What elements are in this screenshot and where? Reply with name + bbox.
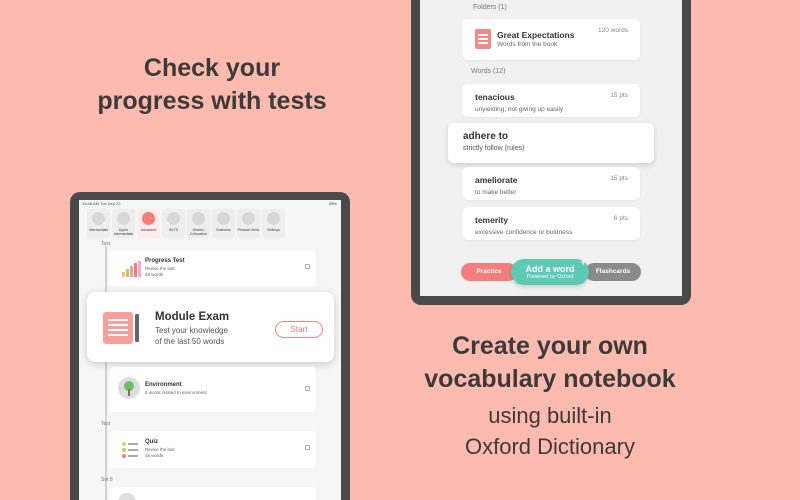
powered-by-label: Powered by Oxford [526,274,574,280]
bar-chart-icon [122,261,142,277]
section-label: Test [101,421,111,427]
promo-headline-right: Create your own vocabulary notebook [410,330,690,396]
level-icon [92,212,105,225]
word-definition: strictly follow (rules) [463,145,525,152]
gear-icon [267,212,280,225]
next-card[interactable] [110,487,316,500]
folder-count: 120 words [598,27,628,34]
tree-icon [118,377,140,399]
quiz-card[interactable]: Quiz Revise the last 16 words [110,431,316,468]
environment-card[interactable]: Environment 5 words related to environme… [110,367,316,412]
category-label: Intermediate [88,228,109,232]
category-phrasal-verbs[interactable]: Phrasal Verbs [237,209,260,238]
promo-sub-1: using built-in [488,403,612,428]
progress-test-title: Progress Test [145,258,185,264]
quiz-icon [122,442,140,458]
promo-headline-left: Check your progress with tests [92,52,332,118]
category-label: IELTS [168,228,179,232]
promo-subheadline-right: using built-in Oxford Dictionary [410,400,690,462]
category-settings[interactable]: Settings [262,209,285,238]
add-word-label: Add a word [525,264,575,274]
category-label: Settings [267,228,280,232]
timeline-line [105,246,107,500]
word-title: tenacious [475,92,515,102]
module-exam-card[interactable]: Module Exam Test your knowledge of the l… [87,292,334,362]
document-icon [103,312,133,344]
desc-line: 16 words [145,453,164,458]
module-exam-desc: Test your knowledge of the last 50 words [155,325,228,347]
module-exam-title: Module Exam [155,311,230,323]
add-word-button[interactable]: Add a word Powered by Oxford + [511,257,589,285]
level-icon [117,212,130,225]
category-business[interactable]: Business [212,209,235,238]
words-label: Words (12) [471,68,506,75]
book-icon [475,29,491,49]
category-label: Advanced [140,228,157,232]
folder-desc: Words from the book [497,41,558,48]
word-card[interactable]: temerity excessive confidence or boldnes… [462,207,640,240]
word-title: adhere to [463,131,509,142]
item-icon [118,493,136,500]
practice-button[interactable]: Practice [461,263,517,281]
quiz-desc: Revise the last 16 words [145,447,205,459]
category-label: Upper Intermediate [113,228,134,236]
category-modern-collocation[interactable]: Modern Collocation [187,209,210,238]
lock-icon [305,264,310,269]
category-advanced[interactable]: Advanced [137,209,160,238]
desc-line: of the last 50 words [155,337,225,346]
promo-line-2: progress with tests [97,87,327,115]
environment-title: Environment [145,382,182,388]
set-label: Set 8 [101,477,113,483]
promo-sub-2: Oxford Dictionary [465,434,635,459]
category-label: Phrasal Verbs [237,228,260,232]
category-intermediate[interactable]: Intermediate [87,209,110,238]
word-card[interactable]: ameliorate to make better 15 pts [462,167,640,200]
progress-test-card[interactable]: Progress Test Revise the last 25 words [110,250,316,286]
exam-icon [167,212,180,225]
environment-desc: 5 words related to environment [145,390,207,395]
word-title: ameliorate [475,175,518,185]
category-toolbar: Intermediate Upper Intermediate Advanced… [87,209,337,239]
grid-icon [242,212,255,225]
word-card-selected[interactable]: adhere to strictly follow (rules) [448,123,654,163]
word-card[interactable]: tenacious unyielding; not giving up easi… [462,84,640,117]
word-title: temerity [475,215,509,225]
word-points: 6 pts [613,215,628,222]
lock-icon [305,386,310,391]
chart-icon [217,212,230,225]
status-time: 10:46 AM Tue Dec 22 [82,201,121,206]
folder-card[interactable]: Great Expectations Words from the book 1… [462,19,640,60]
folders-label: Folders (1) [473,4,507,11]
category-label: Modern Collocation [189,228,208,236]
word-definition: to make better [475,189,517,196]
word-definition: unyielding; not giving up easily [475,106,564,113]
status-battery: 98% [328,201,337,206]
category-label: Business [216,228,231,232]
word-points: 15 pts [610,175,628,182]
category-upper-intermediate[interactable]: Upper Intermediate [112,209,135,238]
promo-line-1: Check your [143,54,281,82]
word-definition: excessive confidence or boldness [475,229,573,236]
flashcards-button[interactable]: Flashcards [585,263,641,281]
folder-title: Great Expectations [497,30,575,40]
desc-line: 25 words [145,272,164,277]
category-ielts[interactable]: IELTS [162,209,185,238]
section-label: Test [101,241,111,247]
plus-icon: + [580,257,586,267]
promo-line-2: vocabulary notebook [424,365,676,393]
desc-line: Test your knowledge [155,326,228,335]
pencil-icon [135,314,139,342]
level-icon [142,212,155,225]
start-button[interactable]: Start [275,321,323,338]
person-icon [192,212,205,225]
progress-test-desc: Revise the last 25 words [145,266,205,278]
quiz-title: Quiz [145,439,158,445]
word-points: 15 pts [610,92,628,99]
lock-icon [305,445,310,450]
promo-line-1: Create your own [452,332,648,360]
